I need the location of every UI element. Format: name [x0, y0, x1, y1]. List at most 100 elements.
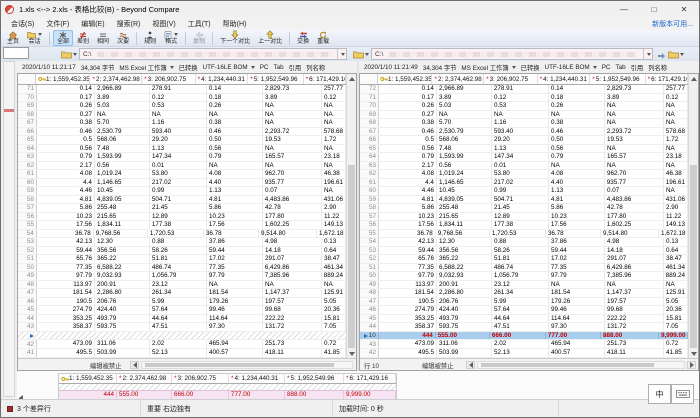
- table-row[interactable]: 614.081,019.2453.804.08962.7046.38: [18, 170, 346, 179]
- table-row[interactable]: 680.385.701.160.38NANA: [360, 119, 688, 128]
- column-header-6[interactable]: *6: 171,429.16: [304, 74, 346, 84]
- column-header-1[interactable]: 1: 1,559,452.35: [378, 74, 432, 84]
- column-header-1[interactable]: 1: 1,559,452.35: [36, 74, 90, 84]
- table-row[interactable]: 700.265.030.530.26NANA: [360, 102, 688, 111]
- column-header-5[interactable]: *5: 1,952,549.96: [285, 374, 344, 383]
- scroll-down-icon[interactable]: [347, 349, 356, 358]
- minimize-button[interactable]: —: [609, 1, 639, 17]
- all-button[interactable]: 全部: [53, 30, 73, 46]
- column-header-5[interactable]: *5: 1,952,549.96: [590, 74, 645, 84]
- column-header-2[interactable]: *2: 2,374,462.98: [117, 374, 172, 383]
- scroll-left-icon[interactable]: [130, 361, 139, 369]
- table-row[interactable]: 640.791,593.99147.340.79165.5723.18: [360, 153, 688, 162]
- table-row[interactable]: 5077.356,588.22486.7477.356,429.86461.34: [18, 264, 346, 273]
- table-row[interactable]: 5436.789,768.561,720.5336.789,514.801,67…: [18, 230, 346, 239]
- update-available-link[interactable]: 新版本可用...: [652, 19, 693, 29]
- reload-button[interactable]: 重载: [313, 30, 333, 46]
- table-row[interactable]: 624.081,019.2453.804.08962.7046.38: [360, 170, 688, 179]
- file-format[interactable]: MS Excel 工作簿: [461, 63, 515, 72]
- table-row[interactable]: 42473.09311.062.02465.94251.730.72: [18, 340, 346, 349]
- chevron-down-icon[interactable]: [643, 49, 652, 59]
- table-row[interactable]: 5710.23215.6512.8910.23177.8011.22: [360, 213, 688, 222]
- table-row[interactable]: 5442.1312.300.8837.864.980.13: [360, 238, 688, 247]
- scroll-right-icon[interactable]: [687, 361, 696, 369]
- right-horizontal-scrollbar[interactable]: [477, 361, 685, 369]
- home-button[interactable]: 主页: [3, 30, 23, 46]
- diffs-button[interactable]: 差别: [73, 30, 93, 46]
- table-row[interactable]: 604.41,146.65217.024.40935.77196.61: [18, 179, 346, 188]
- column-header-2[interactable]: *2: 2,374,462.98: [90, 74, 142, 84]
- left-horizontal-scrollbar[interactable]: [141, 361, 353, 369]
- table-row[interactable]: 670.385.701.160.38NANA: [18, 119, 346, 128]
- table-row[interactable]: 44353.25493.7944.64114.64222.2215.81: [18, 315, 346, 324]
- column-header-2[interactable]: *2: 2,374,462.98: [432, 74, 484, 84]
- same-button[interactable]: 相同: [93, 30, 113, 46]
- table-row[interactable]: 48181.542,286.80261.34181.541,147.37125.…: [360, 289, 688, 298]
- table-row[interactable]: 594.4610.450.991.130.07NA: [18, 187, 346, 196]
- table-row[interactable]: 42495.5503.9952.13400.57418.1141.85: [360, 349, 688, 358]
- table-row[interactable]: 5536.789,768.561,720.5336.789,514.801,67…: [360, 230, 688, 239]
- table-row[interactable]: 700.173.890.120.183.890.12: [18, 94, 346, 103]
- menu-item-1[interactable]: 会话(S): [5, 19, 40, 29]
- keyboard-icon[interactable]: [671, 384, 694, 404]
- ime-language-button[interactable]: 中: [648, 384, 671, 404]
- session-browse-button[interactable]: [666, 48, 686, 61]
- right-browse-button[interactable]: [351, 48, 371, 61]
- file-encoding[interactable]: UTF-16LE BOM: [545, 64, 597, 71]
- table-row[interactable]: 5617.561,834.11177.3817.561,602.25149.13: [360, 221, 688, 230]
- table-row[interactable]: 5259.44356.5658.2659.4414.180.64: [18, 247, 346, 256]
- table-row[interactable]: 640.567.481.130.56NANA: [18, 145, 346, 154]
- prev-diff-button[interactable]: 上一对比: [254, 30, 286, 46]
- table-row[interactable]: 48113.97200.9123.12NANANA: [18, 281, 346, 290]
- file-encoding[interactable]: UTF-16LE BOM: [203, 64, 255, 71]
- left-path-combobox[interactable]: C:\: [79, 48, 347, 60]
- minor-button[interactable]: 次要: [113, 30, 133, 46]
- table-row[interactable]: 720.142,966.89278.910.142,829.73257.77: [360, 85, 688, 94]
- table-row[interactable]: 5265.76365.2251.8117.02291.0738.47: [360, 255, 688, 264]
- right-vertical-scrollbar[interactable]: [688, 74, 698, 358]
- table-row[interactable]: 630.791,593.99147.340.79165.5723.18: [18, 153, 346, 162]
- table-row[interactable]: 43358.37593.7547.5197.30131.727.05: [18, 323, 346, 332]
- scrollbar-thumb[interactable]: [481, 363, 654, 367]
- menu-item-2[interactable]: 文件(F): [40, 19, 75, 29]
- table-row[interactable]: 5342.1312.300.8837.864.980.13: [18, 238, 346, 247]
- table-row[interactable]: 5097.799,032.931,056.7997.797,385.96889.…: [360, 272, 688, 281]
- column-header-4[interactable]: *4: 1,234,440.31: [196, 74, 249, 84]
- table-row[interactable]: 43473.09311.062.02465.94251.730.72: [360, 340, 688, 349]
- scrollbar-thumb[interactable]: [348, 165, 355, 348]
- column-header-3[interactable]: *3: 206,902.75: [484, 74, 538, 84]
- table-row[interactable]: 5165.76365.2251.8117.02291.0738.47: [18, 255, 346, 264]
- table-row[interactable]: 622.170.560.01NANANA: [18, 162, 346, 171]
- column-header-4[interactable]: *4: 1,234,440.31: [229, 374, 285, 383]
- table-row[interactable]: 575.86255.4821.455.8642.782.90: [18, 204, 346, 213]
- table-row[interactable]: 710.173.890.120.183.890.12: [360, 94, 688, 103]
- table-row[interactable]: 585.86255.4821.455.8642.782.90: [360, 204, 688, 213]
- table-row[interactable]: 47190.5206.765.99179.26197.575.05: [360, 298, 688, 307]
- column-header-4[interactable]: *4: 1,234,440.31: [538, 74, 591, 84]
- table-row[interactable]: 45274.79424.4057.6499.4699.6820.36: [18, 306, 346, 315]
- table-row[interactable]: 41495.5503.9952.13400.57418.1141.85: [18, 349, 346, 358]
- table-row[interactable]: 49113.97200.9123.12NANANA: [360, 281, 688, 290]
- table-row[interactable]: 5359.44356.5658.2659.4414.180.64: [360, 247, 688, 256]
- selected-diff-row[interactable]: 10444555.00666.00777.00888.009,999.00: [360, 332, 688, 341]
- table-row[interactable]: 604.4610.450.991.130.07NA: [360, 187, 688, 196]
- missing-row-placeholder[interactable]: [18, 332, 346, 341]
- left-browse-button[interactable]: [59, 48, 79, 61]
- table-row[interactable]: 584.814,839.05504.714.814,483.86431.06: [18, 196, 346, 205]
- scrollbar-thumb[interactable]: [690, 165, 697, 348]
- menu-item-5[interactable]: 视图(V): [146, 19, 181, 29]
- menu-item-6[interactable]: 工具(T): [182, 19, 217, 29]
- open-arrow-icon[interactable]: [657, 50, 666, 59]
- table-row[interactable]: 710.142,966.89278.910.142,829.73257.77: [18, 85, 346, 94]
- chevron-down-icon[interactable]: [337, 49, 346, 59]
- rules-button[interactable]: 规则: [140, 30, 160, 46]
- menu-item-4[interactable]: 搜索(R): [111, 19, 147, 29]
- table-row[interactable]: 650.567.481.130.56NANA: [360, 145, 688, 154]
- format-button[interactable]: 格式: [160, 30, 182, 46]
- column-header-5[interactable]: *5: 1,952,549.96: [248, 74, 303, 84]
- table-row[interactable]: 660.462,530.79593.400.462,293.72578.68: [18, 128, 346, 137]
- scrollbar-thumb[interactable]: [145, 363, 334, 367]
- sessions-button[interactable]: 会话: [23, 30, 46, 46]
- table-row[interactable]: 5517.561,834.11177.3817.561,602.25149.13: [18, 221, 346, 230]
- table-row[interactable]: 670.462,530.79593.400.462,293.72578.68: [360, 128, 688, 137]
